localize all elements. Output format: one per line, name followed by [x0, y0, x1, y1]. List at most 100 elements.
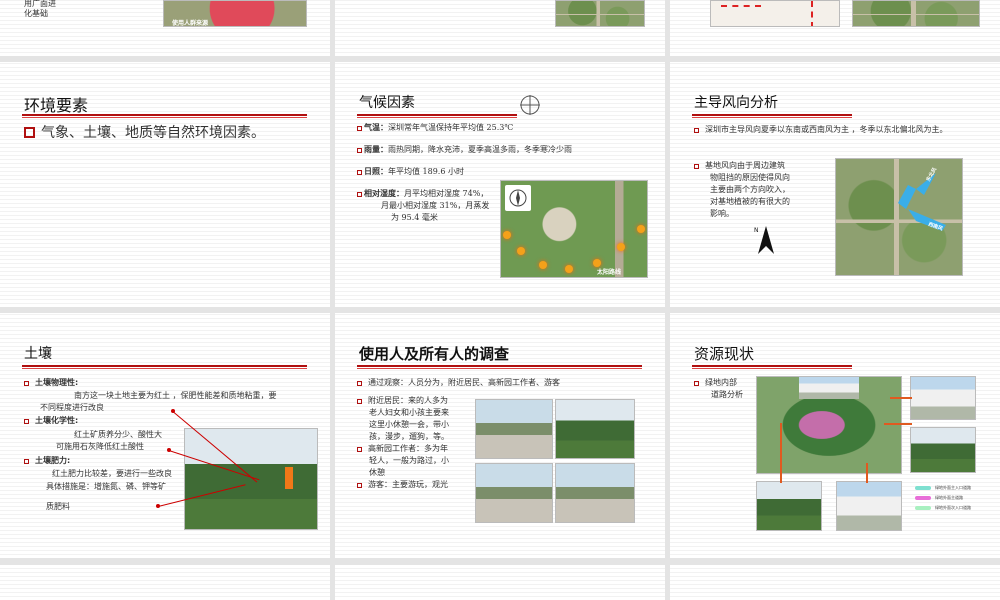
- item-line: 老人妇女和小孩主要来: [369, 408, 449, 417]
- user-item-workers: 高新园工作者：多为年: [357, 443, 448, 455]
- humidity-line-2: 月最小相对湿度 31%，月蒸发: [381, 201, 490, 210]
- soil-photo: [184, 428, 318, 530]
- slide-users[interactable]: 使用人及所有人的调查 通过观察：人员分为，附近居民、高新园工作者、游客 附近居民…: [335, 313, 665, 558]
- item-text: 游客：主要游玩，观光: [368, 480, 448, 489]
- legend-label: 绿地外面主道路: [935, 495, 963, 500]
- square-bullet-icon: [357, 399, 362, 404]
- climate-item-humidity: 相对湿度：月平均相对湿度 74%，: [357, 188, 488, 200]
- slide-wind[interactable]: 主导风向分析 深圳市主导风向夏季以东南或西南风为主 ，冬季以东北偏北风为主。 基…: [670, 62, 1000, 307]
- square-bullet-icon: [24, 419, 29, 424]
- climate-item-sunshine: 日照：年平均值 189.6 小时: [357, 166, 464, 178]
- soil-text: 南方这一块土地主要为红土 ，保肥性能差和质地粘重，要: [74, 391, 277, 400]
- para-text: 基地风向由于周边建筑: [705, 161, 785, 170]
- building-thumb: [799, 377, 859, 399]
- item-line: 休憩: [369, 468, 385, 477]
- para-text: 深圳市主导风向夏季以东南或西南风为主 ，冬季以东北偏北风为主。: [705, 125, 948, 134]
- wind-map-image: 东北风 西南风: [835, 158, 963, 276]
- legend-item: 绿地外面主道路: [915, 495, 963, 501]
- user-photo: [555, 399, 635, 459]
- sun-path-map-image: 太阳路线: [500, 180, 648, 278]
- slide-top-middle[interactable]: [335, 0, 665, 56]
- slide-title: 资源现状: [694, 345, 755, 363]
- item-text: 附近居民：来的人多为: [368, 396, 448, 405]
- resource-bullet: 绿地内部: [694, 377, 737, 389]
- sun-position-marker: [565, 265, 573, 273]
- slide-resources[interactable]: 资源现状 绿地内部 道路分析 绿地外面主入口道路 绿地外面主道路 绿地外面次入口…: [670, 313, 1000, 558]
- item-label: 气温：: [364, 123, 388, 132]
- plan-dash: [811, 1, 813, 26]
- slide-title: 主导风向分析: [694, 95, 778, 111]
- slide-bottom-middle[interactable]: [335, 565, 665, 600]
- item-label: 相对湿度：: [364, 189, 404, 198]
- title-rule: [22, 114, 307, 118]
- square-bullet-icon: [24, 127, 35, 138]
- item-label: 土壤物理性:: [35, 378, 79, 387]
- user-photo: [475, 399, 553, 459]
- item-label: 土壤肥力:: [35, 456, 71, 465]
- item-text: 通过观察：人员分为，附近居民、高新园工作者、游客: [368, 378, 560, 387]
- para-line: 影响。: [710, 209, 734, 218]
- slide-top-right[interactable]: [670, 0, 1000, 56]
- item-label: 土壤化学性:: [35, 416, 79, 425]
- para-line: 物阻挡的原因使得风向: [710, 173, 790, 182]
- slide-bottom-left[interactable]: [0, 565, 330, 600]
- legend-item: 绿地外面主入口道路: [915, 485, 971, 491]
- user-photo: [475, 463, 553, 523]
- square-bullet-icon: [357, 483, 362, 488]
- item-text: 绿地内部: [705, 378, 737, 387]
- item-line: 道路分析: [711, 390, 743, 399]
- wind-para-2: 基地风向由于周边建筑: [694, 160, 785, 172]
- legend-label: 绿地外面次入口道路: [935, 505, 971, 510]
- slide-top-left[interactable]: 用广面进 化基础 使用人群来源: [0, 0, 330, 56]
- user-photo: [555, 463, 635, 523]
- square-bullet-icon: [24, 459, 29, 464]
- user-item-tourists: 游客：主要游玩，观光: [357, 479, 448, 491]
- slide-environment[interactable]: 环境要素 气象、土壤、地质等自然环境因素。: [0, 62, 330, 307]
- square-bullet-icon: [357, 381, 362, 386]
- sun-position-marker: [517, 247, 525, 255]
- square-bullet-icon: [357, 192, 362, 197]
- square-bullet-icon: [357, 170, 362, 175]
- soil-chemical: 土壤化学性:: [24, 415, 78, 427]
- slide-bottom-right[interactable]: [670, 565, 1000, 600]
- item-text: 深圳常年气温保持年平均值 25.3℃: [388, 123, 514, 132]
- plan-dash: [721, 5, 761, 7]
- partial-text: 化基础: [24, 9, 48, 18]
- square-bullet-icon: [357, 148, 362, 153]
- square-bullet-icon: [24, 381, 29, 386]
- humidity-line-3: 为 95.4 毫米: [391, 213, 438, 222]
- north-arrow-icon: N: [754, 226, 774, 254]
- aerial-image: [852, 0, 980, 27]
- soil-physical: 土壤物理性:: [24, 377, 78, 389]
- title-rule: [692, 114, 852, 118]
- para-line: 主要由两个方向吹入，: [710, 185, 790, 194]
- compass-icon: [520, 95, 540, 115]
- soil-text: 不同程度进行改良: [40, 403, 104, 412]
- soil-text: 具体措施是：增施氮、磷、钾等矿: [46, 482, 166, 491]
- title-rule: [357, 365, 642, 369]
- square-bullet-icon: [694, 381, 699, 386]
- title-rule: [357, 114, 517, 118]
- road-photo: [910, 376, 976, 420]
- soil-fertility: 土壤肥力:: [24, 455, 70, 467]
- slide-title: 环境要素: [24, 96, 89, 115]
- item-text: 月平均相对湿度 74%，: [404, 189, 489, 198]
- item-label: 雨量：: [364, 145, 388, 154]
- square-bullet-icon: [357, 126, 362, 131]
- slide-soil[interactable]: 土壤 土壤物理性: 南方这一块土地主要为红土 ，保肥性能差和质地粘重，要 不同程…: [0, 313, 330, 558]
- soil-text: 红土矿质养分少、酸性大: [74, 430, 162, 439]
- slide-title: 土壤: [24, 346, 52, 362]
- sun-position-marker: [637, 225, 645, 233]
- bullet: 气象、土壤、地质等自然环境因素。: [24, 124, 265, 142]
- wind-arrows: [898, 173, 946, 231]
- climate-item-rain: 雨量：雨热同期，降水充沛，夏季高温多雨，冬季寒冷少雨: [357, 144, 572, 156]
- road-photo: [836, 481, 902, 531]
- title-rule: [692, 365, 852, 369]
- slide-climate[interactable]: 气候因素 气温：深圳常年气温保持年平均值 25.3℃ 雨量：雨热同期，降水充沛，…: [335, 62, 665, 307]
- map-caption: 使用人群来源: [172, 20, 209, 27]
- svg-text:N: N: [754, 227, 759, 234]
- item-line: 孩，漫步，遛狗，等。: [369, 432, 449, 441]
- sun-position-marker: [617, 243, 625, 251]
- item-text: 高新园工作者：多为年: [368, 444, 448, 453]
- worker-figure: [285, 467, 293, 489]
